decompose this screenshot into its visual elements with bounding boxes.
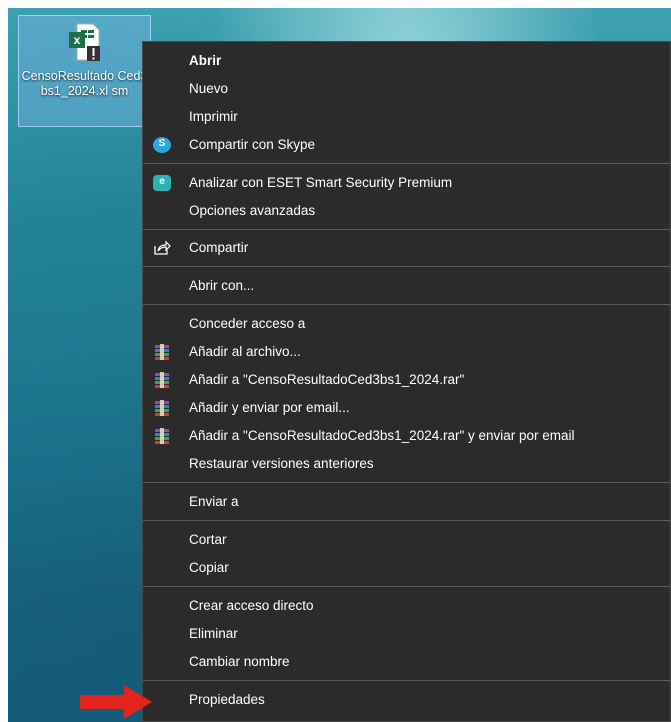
menu-item-cut[interactable]: Cortar xyxy=(143,527,670,553)
winrar-icon xyxy=(155,400,169,416)
excel-macro-warning-icon: x xyxy=(69,23,100,61)
menu-separator xyxy=(143,586,670,587)
menu-item-add-email[interactable]: Añadir y enviar por email... xyxy=(143,395,670,421)
menu-item-open-with[interactable]: Abrir con... xyxy=(143,273,670,299)
winrar-icon xyxy=(155,372,169,388)
menu-item-label: Cambiar nombre xyxy=(189,654,290,669)
menu-item-label: Crear acceso directo xyxy=(189,598,314,613)
menu-item-label: Cortar xyxy=(189,532,227,547)
menu-item-label: Opciones avanzadas xyxy=(189,203,316,218)
menu-item-add-rar-email[interactable]: Añadir a "CensoResultadoCed3bs1_2024.rar… xyxy=(143,423,670,449)
menu-item-add-archive[interactable]: Añadir al archivo... xyxy=(143,339,670,365)
menu-item-restore-versions[interactable]: Restaurar versiones anteriores xyxy=(143,451,670,477)
skype-icon: S xyxy=(153,137,171,153)
winrar-icon xyxy=(155,428,169,444)
context-menu: Abrir Nuevo Imprimir S Compartir con Sky… xyxy=(142,41,671,722)
menu-item-add-to-rar[interactable]: Añadir a "CensoResultadoCed3bs1_2024.rar… xyxy=(143,367,670,393)
menu-item-share-skype[interactable]: S Compartir con Skype xyxy=(143,132,670,158)
menu-item-properties[interactable]: Propiedades xyxy=(143,687,670,713)
menu-item-label: Abrir xyxy=(189,53,222,68)
menu-item-label: Compartir con Skype xyxy=(189,137,316,152)
menu-item-label: Enviar a xyxy=(189,494,239,509)
svg-text:x: x xyxy=(74,33,81,47)
desktop-file-icon[interactable]: x CensoResultado Ced3bs1_2024.xl sm xyxy=(18,15,151,127)
menu-item-rename[interactable]: Cambiar nombre xyxy=(143,649,670,675)
menu-item-label: Abrir con... xyxy=(189,278,255,293)
menu-item-delete[interactable]: Eliminar xyxy=(143,621,670,647)
menu-item-advanced-options[interactable]: Opciones avanzadas xyxy=(143,198,670,224)
menu-item-new[interactable]: Nuevo xyxy=(143,76,670,102)
file-name-label: CensoResultado Ced3bs1_2024.xl sm xyxy=(21,69,148,98)
menu-item-label: Nuevo xyxy=(189,81,229,96)
menu-item-label: Eliminar xyxy=(189,626,238,641)
menu-item-create-shortcut[interactable]: Crear acceso directo xyxy=(143,593,670,619)
menu-item-open[interactable]: Abrir xyxy=(143,48,670,74)
share-icon xyxy=(154,240,171,255)
menu-item-print[interactable]: Imprimir xyxy=(143,104,670,130)
menu-item-label: Añadir a "CensoResultadoCed3bs1_2024.rar… xyxy=(189,372,465,387)
menu-separator xyxy=(143,229,670,230)
menu-item-label: Analizar con ESET Smart Security Premium xyxy=(189,175,453,190)
menu-item-label: Añadir al archivo... xyxy=(189,344,301,359)
menu-item-label: Imprimir xyxy=(189,109,238,124)
red-arrow-icon xyxy=(80,685,152,719)
menu-separator xyxy=(143,482,670,483)
menu-item-label: Compartir xyxy=(189,240,249,255)
menu-separator xyxy=(143,163,670,164)
menu-separator xyxy=(143,266,670,267)
menu-item-label: Conceder acceso a xyxy=(189,316,306,331)
menu-item-grant-access[interactable]: Conceder acceso a xyxy=(143,311,670,337)
menu-separator xyxy=(143,680,670,681)
menu-separator xyxy=(143,304,670,305)
menu-item-copy[interactable]: Copiar xyxy=(143,555,670,581)
winrar-icon xyxy=(155,344,169,360)
menu-separator xyxy=(143,520,670,521)
menu-item-label: Añadir y enviar por email... xyxy=(189,400,350,415)
menu-item-share[interactable]: Compartir xyxy=(143,235,670,261)
eset-icon: e xyxy=(153,175,171,191)
menu-item-eset-scan[interactable]: e Analizar con ESET Smart Security Premi… xyxy=(143,170,670,196)
menu-item-label: Añadir a "CensoResultadoCed3bs1_2024.rar… xyxy=(189,428,575,443)
menu-item-label: Restaurar versiones anteriores xyxy=(189,456,374,471)
menu-item-label: Copiar xyxy=(189,560,229,575)
menu-item-label: Propiedades xyxy=(189,692,265,707)
menu-item-send-to[interactable]: Enviar a xyxy=(143,489,670,515)
